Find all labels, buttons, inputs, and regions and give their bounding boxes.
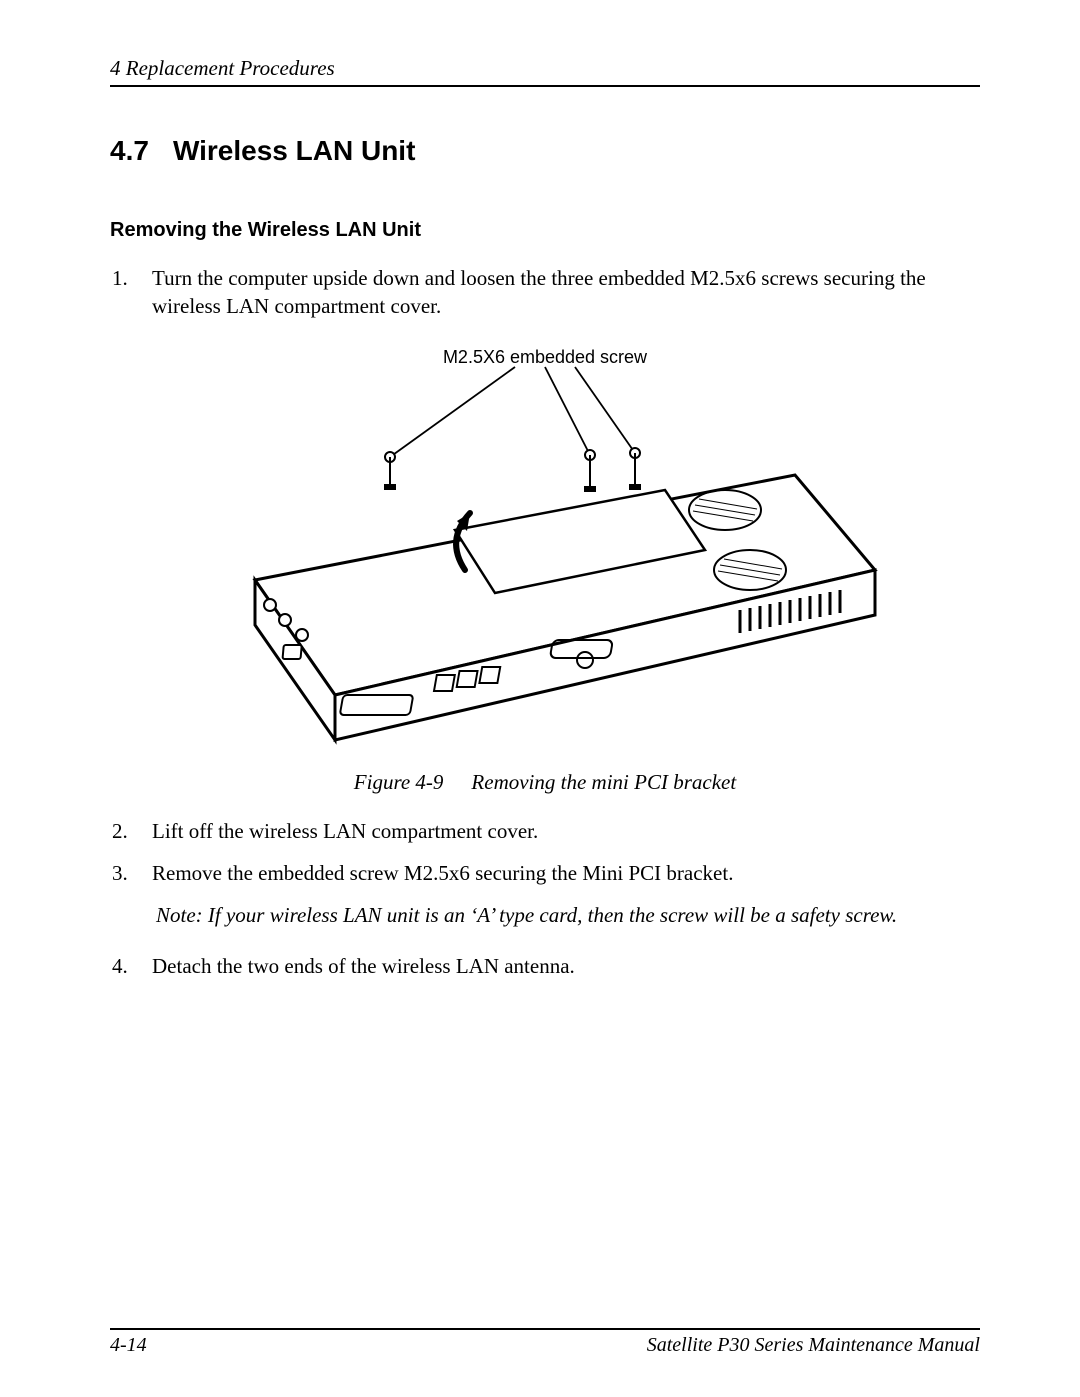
laptop-bottom-diagram-icon: M2.5X6 embedded screw	[195, 345, 895, 745]
step-3-note: Note: If your wireless LAN unit is an ‘A…	[156, 901, 980, 929]
footer-page-number: 4-14	[110, 1334, 147, 1357]
step-4: Detach the two ends of the wireless LAN …	[152, 952, 980, 980]
section-number: 4.7	[110, 135, 149, 167]
figure-caption: Figure 4-9 Removing the mini PCI bracket	[110, 770, 980, 795]
page: 4 Replacement Procedures 4.7 Wireless LAN…	[0, 0, 1080, 1397]
step-3-text: Remove the embedded screw M2.5x6 securin…	[152, 861, 733, 885]
procedure-steps-final: Detach the two ends of the wireless LAN …	[110, 952, 980, 980]
screw-icon	[385, 452, 395, 489]
figure-caption-text: Removing the mini PCI bracket	[471, 770, 736, 794]
procedure-steps-continued: Lift off the wireless LAN compartment co…	[110, 817, 980, 888]
running-header: 4 Replacement Procedures	[110, 56, 980, 87]
step-3: Remove the embedded screw M2.5x6 securin…	[152, 859, 980, 887]
figure-4-9: M2.5X6 embedded screw	[110, 345, 980, 750]
step-1-text: Turn the computer upside down and loosen…	[152, 266, 926, 318]
section-title: Wireless LAN Unit	[173, 135, 415, 166]
procedure-steps-top: Turn the computer upside down and loosen…	[110, 264, 980, 321]
step-4-text: Detach the two ends of the wireless LAN …	[152, 954, 575, 978]
diagram-callout-label: M2.5X6 embedded screw	[443, 347, 648, 367]
section-heading: 4.7 Wireless LAN Unit	[110, 135, 980, 167]
screw-icon	[585, 450, 595, 491]
step-1: Turn the computer upside down and loosen…	[152, 264, 980, 321]
page-footer: 4-14 Satellite P30 Series Maintenance Ma…	[110, 1328, 980, 1357]
subheading-removing: Removing the Wireless LAN Unit	[110, 219, 980, 242]
step-2: Lift off the wireless LAN compartment co…	[152, 817, 980, 845]
footer-manual-title: Satellite P30 Series Maintenance Manual	[647, 1334, 980, 1357]
step-2-text: Lift off the wireless LAN compartment co…	[152, 819, 538, 843]
figure-caption-label: Figure 4-9	[354, 770, 444, 795]
screw-icon	[630, 448, 640, 489]
